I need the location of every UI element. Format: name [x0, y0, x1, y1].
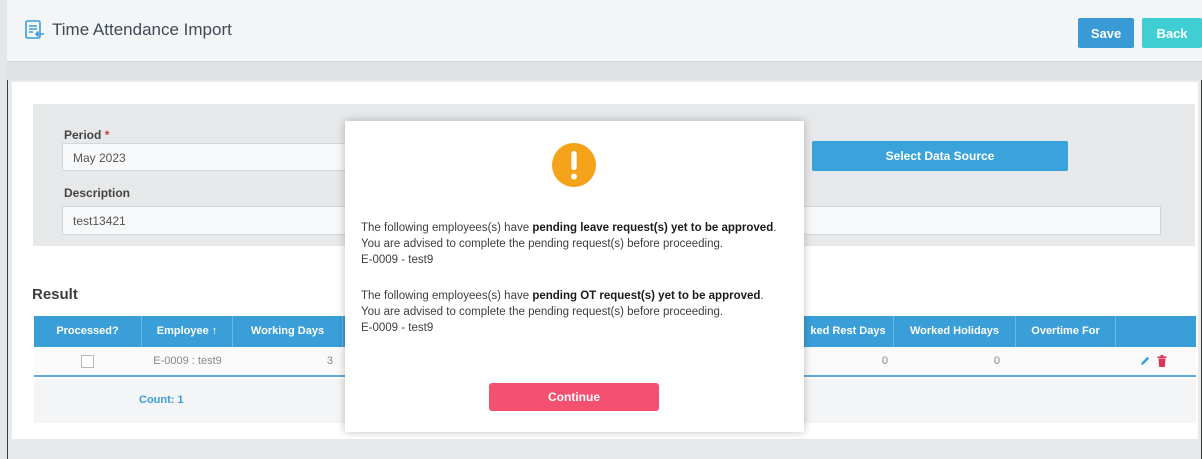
result-title: Result [32, 286, 78, 303]
pending-ot-employee: E-0009 - test9 [361, 322, 434, 334]
save-button[interactable]: Save [1078, 18, 1134, 48]
period-field[interactable]: May 2023 [62, 143, 346, 171]
column-header-worked-rest-days[interactable]: ked Rest Days [802, 316, 894, 347]
employee-cell: E-0009 : test9 [153, 355, 222, 367]
required-marker: * [104, 128, 110, 142]
page-title: Time Attendance Import [52, 20, 232, 39]
pending-ot-message: The following employees(s) have pending … [361, 290, 764, 302]
continue-button[interactable]: Continue [489, 383, 659, 411]
delete-trash-icon[interactable] [1157, 355, 1167, 367]
column-header-processed[interactable]: Processed? [34, 316, 142, 347]
description-label: Description [64, 186, 131, 200]
advice-text: You are advised to complete the pending … [361, 238, 724, 250]
edit-pencil-icon[interactable] [1139, 355, 1151, 367]
back-button[interactable]: Back [1142, 18, 1202, 48]
warning-exclamation-icon [552, 143, 596, 187]
column-header-working-days[interactable]: Working Days [233, 316, 343, 347]
worked-rest-days-cell: 0 [881, 355, 888, 367]
select-data-source-button[interactable]: Select Data Source [812, 141, 1068, 171]
column-header-employee[interactable]: Employee ↑ [142, 316, 233, 347]
period-label: Period * [64, 128, 110, 142]
pending-leave-message: The following employees(s) have pending … [361, 222, 777, 234]
worked-holidays-cell: 0 [993, 355, 1000, 367]
column-header-worked-holidays[interactable]: Worked Holidays [894, 316, 1016, 347]
column-header-overtime-for[interactable]: Overtime For [1016, 316, 1116, 347]
pending-requests-dialog: The following employees(s) have pending … [345, 121, 804, 432]
page-header: Time Attendance Import [7, 0, 1202, 62]
import-document-icon [25, 20, 44, 39]
advice-text: You are advised to complete the pending … [361, 306, 724, 318]
processed-checkbox[interactable] [81, 355, 94, 368]
working-days-cell: 3 [326, 355, 333, 367]
header-divider [7, 62, 1202, 80]
pending-leave-employee: E-0009 - test9 [361, 254, 434, 266]
sort-ascending-icon: ↑ [211, 325, 218, 337]
row-count: Count: 1 [139, 394, 184, 406]
